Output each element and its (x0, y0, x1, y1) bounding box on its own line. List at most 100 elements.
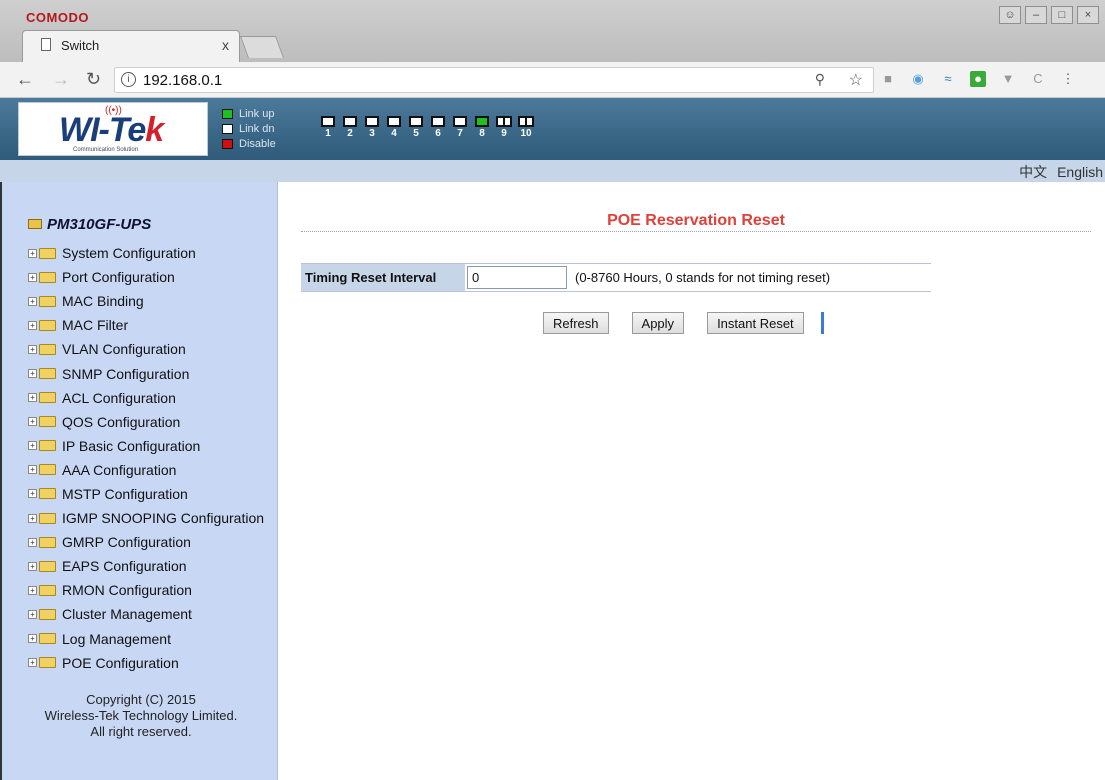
timing-reset-interval-input[interactable] (467, 266, 567, 289)
expand-icon[interactable]: + (28, 272, 37, 282)
sidebar-item-ip-basic-configuration[interactable]: + IP Basic Configuration (28, 434, 264, 458)
folder-icon (39, 319, 56, 331)
folder-icon (39, 536, 56, 548)
logo: ((•)) WI-Tek Communication Solution (18, 102, 208, 156)
info-icon[interactable]: i (121, 72, 136, 87)
folder-icon (39, 343, 56, 355)
sidebar-item-aaa-configuration[interactable]: + AAA Configuration (28, 458, 264, 482)
expand-icon[interactable]: + (28, 248, 37, 258)
expand-icon[interactable]: + (28, 417, 37, 427)
sidebar-item-port-configuration[interactable]: + Port Configuration (28, 265, 264, 289)
sidebar-item-system-configuration[interactable]: + System Configuration (28, 241, 264, 265)
expand-icon[interactable]: + (28, 561, 37, 571)
sidebar-item-vlan-configuration[interactable]: + VLAN Configuration (28, 337, 264, 361)
ethernet-port-icon (431, 116, 445, 127)
browser-brand: COMODO (26, 10, 89, 25)
new-tab-button[interactable] (239, 36, 285, 58)
sidebar-item-gmrp-configuration[interactable]: + GMRP Configuration (28, 530, 264, 554)
port-9[interactable]: 9 (496, 116, 512, 139)
browser-window: COMODO Switch x ☺ – □ × ← → ↻ i 192.168.… (0, 0, 1105, 780)
expand-icon[interactable]: + (28, 320, 37, 330)
apply-button[interactable]: Apply (631, 312, 685, 334)
expand-icon[interactable]: + (28, 513, 37, 523)
expand-icon[interactable]: + (28, 296, 37, 306)
folder-icon (39, 633, 56, 645)
browser-tab[interactable]: Switch x (22, 30, 240, 62)
port-6[interactable]: 6 (430, 116, 446, 139)
logo-subtitle: Communication Solution (73, 147, 139, 153)
lang-chinese-link[interactable]: 中文 (1019, 164, 1047, 180)
sidebar-item-rmon-configuration[interactable]: + RMON Configuration (28, 578, 264, 602)
port-2[interactable]: 2 (342, 116, 358, 139)
ethernet-port-icon (453, 116, 467, 127)
link-up-swatch (222, 108, 233, 119)
green-extension-icon[interactable]: ● (970, 71, 986, 87)
device-tree-root[interactable]: PM310GF-UPS (28, 216, 151, 233)
focus-indicator (820, 312, 824, 334)
person-icon[interactable]: ☺ (999, 6, 1021, 24)
lang-english-link[interactable]: English (1057, 164, 1103, 180)
folder-icon (39, 271, 56, 283)
tab-close-icon[interactable]: x (222, 37, 229, 53)
mouse-icon[interactable]: ◉ (910, 71, 926, 87)
c-extension-icon[interactable]: C (1030, 71, 1046, 87)
sidebar-item-log-management[interactable]: + Log Management (28, 627, 264, 651)
expand-icon[interactable]: + (28, 489, 37, 499)
folder-icon (39, 584, 56, 596)
sidebar-item-mac-filter[interactable]: + MAC Filter (28, 313, 264, 337)
ethernet-port-icon (365, 116, 379, 127)
port-5[interactable]: 5 (408, 116, 424, 139)
star-icon[interactable]: ☆ (849, 70, 863, 90)
port-4[interactable]: 4 (386, 116, 402, 139)
key-icon[interactable]: ⚲ (815, 71, 825, 88)
instant-reset-button[interactable]: Instant Reset (707, 312, 804, 334)
copyright: Copyright (C) 2015 Wireless-Tek Technolo… (44, 692, 238, 739)
expand-icon[interactable]: + (28, 344, 37, 354)
expand-icon[interactable]: + (28, 634, 37, 644)
port-3[interactable]: 3 (364, 116, 380, 139)
port-7[interactable]: 7 (452, 116, 468, 139)
sidebar-item-snmp-configuration[interactable]: + SNMP Configuration (28, 361, 264, 385)
sidebar-item-acl-configuration[interactable]: + ACL Configuration (28, 386, 264, 410)
expand-icon[interactable]: + (28, 537, 37, 547)
maximize-icon[interactable]: □ (1051, 6, 1073, 24)
sidebar-item-mac-binding[interactable]: + MAC Binding (28, 289, 264, 313)
forward-icon[interactable]: → (52, 69, 70, 90)
title-divider (301, 231, 1091, 232)
refresh-button[interactable]: Refresh (543, 312, 609, 334)
logo-text: WI-Tek (59, 111, 164, 149)
sidebar-item-mstp-configuration[interactable]: + MSTP Configuration (28, 482, 264, 506)
shield-icon[interactable]: ▼ (1000, 71, 1016, 87)
ethernet-port-icon (475, 116, 489, 127)
folder-icon (39, 608, 56, 620)
expand-icon[interactable]: + (28, 609, 37, 619)
close-icon[interactable]: × (1077, 6, 1099, 24)
extension-toolbar: ■ ◉ ≈ ● ▼ C ⋮ (880, 71, 1076, 87)
port-8[interactable]: 8 (474, 116, 490, 139)
expand-icon[interactable]: + (28, 658, 37, 668)
ethernet-port-icon (387, 116, 401, 127)
sidebar-item-poe-configuration[interactable]: + POE Configuration (28, 651, 264, 675)
expand-icon[interactable]: + (28, 369, 37, 379)
lock-icon[interactable]: ■ (880, 71, 896, 87)
sfp-port-icon (518, 116, 534, 127)
folder-icon (39, 440, 56, 452)
expand-icon[interactable]: + (28, 585, 37, 595)
sidebar-item-eaps-configuration[interactable]: + EAPS Configuration (28, 554, 264, 578)
port-1[interactable]: 1 (320, 116, 336, 139)
reload-icon[interactable]: ↻ (86, 69, 101, 90)
sidebar-item-cluster-management[interactable]: + Cluster Management (28, 602, 264, 626)
ethernet-port-icon (321, 116, 335, 127)
sidebar-item-qos-configuration[interactable]: + QOS Configuration (28, 410, 264, 434)
menu-icon[interactable]: ⋮ (1060, 71, 1076, 87)
url-field[interactable]: i 192.168.0.1 ⚲ ☆ (114, 67, 874, 93)
expand-icon[interactable]: + (28, 441, 37, 451)
port-10[interactable]: 10 (518, 116, 534, 139)
expand-icon[interactable]: + (28, 393, 37, 403)
expand-icon[interactable]: + (28, 465, 37, 475)
back-icon[interactable]: ← (16, 69, 34, 90)
wave-icon[interactable]: ≈ (940, 71, 956, 87)
sidebar-item-igmp-snooping-configuration[interactable]: + IGMP SNOOPING Configuration (28, 506, 264, 530)
minimize-icon[interactable]: – (1025, 6, 1047, 24)
timing-reset-label: Timing Reset Interval (301, 264, 465, 291)
